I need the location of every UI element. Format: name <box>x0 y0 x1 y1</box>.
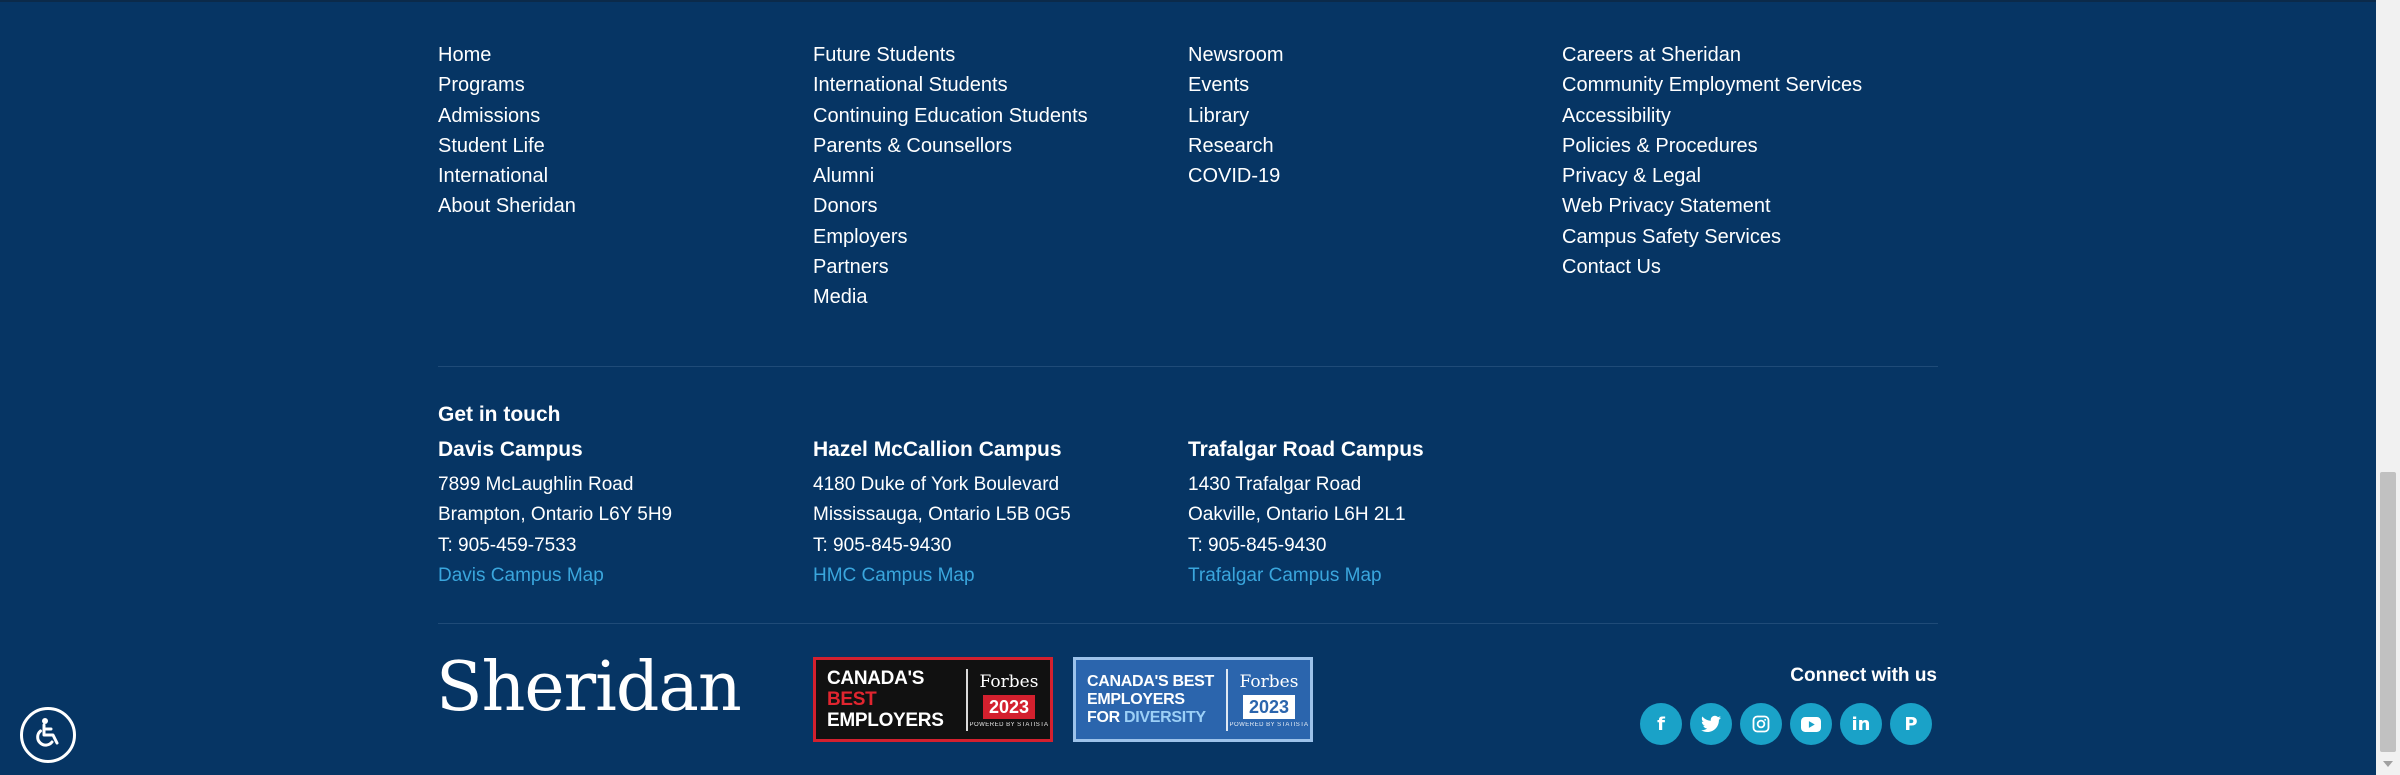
badge-year: 2023 <box>1242 694 1296 719</box>
campus-map-link[interactable]: Davis Campus Map <box>438 561 672 591</box>
campus-trafalgar: Trafalgar Road Campus 1430 Trafalgar Roa… <box>1188 436 1424 591</box>
footer-link-privacy-legal[interactable]: Privacy & Legal <box>1562 161 1862 191</box>
top-border <box>0 0 2376 2</box>
badge-line1: CANADA'S <box>827 668 925 689</box>
campus-address-line1: 1430 Trafalgar Road <box>1188 474 1362 495</box>
sheridan-logo[interactable]: Sheridan <box>436 648 742 728</box>
pinterest-icon[interactable]: P <box>1890 703 1932 745</box>
footer-link-continuing-education[interactable]: Continuing Education Students <box>813 101 1088 131</box>
forbes-wordmark: Forbes <box>1239 671 1299 692</box>
badge-powered-by: POWERED BY STATISTA <box>969 721 1049 728</box>
divider <box>438 623 1938 624</box>
footer-link-campus-safety[interactable]: Campus Safety Services <box>1562 222 1862 252</box>
footer-link-programs[interactable]: Programs <box>438 70 576 100</box>
footer-nav-column-3: Newsroom Events Library Research COVID-1… <box>1188 40 1284 191</box>
footer-link-donors[interactable]: Donors <box>813 191 1088 221</box>
linkedin-icon[interactable]: in <box>1840 703 1882 745</box>
connect-heading: Connect with us <box>1790 665 1937 686</box>
forbes-wordmark: Forbes <box>979 671 1039 692</box>
badge-brand: Forbes 2023 POWERED BY STATISTA <box>1228 672 1310 728</box>
contact-heading: Get in touch <box>438 403 561 426</box>
campus-address-line2: Oakville, Ontario L6H 2L1 <box>1188 504 1406 526</box>
footer-nav-column-4: Careers at Sheridan Community Employment… <box>1562 40 1862 282</box>
campus-map-link[interactable]: HMC Campus Map <box>813 561 1071 591</box>
footer-link-future-students[interactable]: Future Students <box>813 40 1088 70</box>
footer-link-international-students[interactable]: International Students <box>813 70 1088 100</box>
vertical-scrollbar[interactable] <box>2376 0 2400 775</box>
scrollbar-thumb[interactable] <box>2380 472 2396 752</box>
campus-map-link[interactable]: Trafalgar Campus Map <box>1188 561 1424 591</box>
campus-phone: T: 905-845-9430 <box>1188 534 1327 556</box>
campus-name: Trafalgar Road Campus <box>1188 438 1424 461</box>
footer-link-home[interactable]: Home <box>438 40 576 70</box>
badge-text: CANADA'S BEST EMPLOYERS FOR DIVERSITY <box>1076 673 1226 727</box>
footer-link-partners[interactable]: Partners <box>813 252 1088 282</box>
footer-link-careers[interactable]: Careers at Sheridan <box>1562 40 1862 70</box>
badge-line2: EMPLOYERS <box>1087 690 1185 708</box>
footer-link-student-life[interactable]: Student Life <box>438 131 576 161</box>
campus-name: Davis Campus <box>438 438 583 461</box>
footer-link-accessibility[interactable]: Accessibility <box>1562 101 1862 131</box>
badge-line1: CANADA'S BEST <box>1087 672 1215 690</box>
footer-link-international[interactable]: International <box>438 161 576 191</box>
footer-link-media[interactable]: Media <box>813 282 1088 312</box>
badge-line2: EMPLOYERS <box>827 710 944 731</box>
forbes-best-employers-badge[interactable]: CANADA'S BEST EMPLOYERS Forbes 2023 POWE… <box>813 657 1053 742</box>
badge-powered-by: POWERED BY STATISTA <box>1229 721 1309 728</box>
badge-separator <box>966 668 968 731</box>
footer-link-about[interactable]: About Sheridan <box>438 191 576 221</box>
campus-phone: T: 905-459-7533 <box>438 534 577 556</box>
badge-separator <box>1226 668 1228 731</box>
accessibility-widget-button[interactable] <box>20 707 76 763</box>
footer-link-research[interactable]: Research <box>1188 131 1284 161</box>
campus-address-line2: Brampton, Ontario L6Y 5H9 <box>438 504 673 526</box>
campus-davis: Davis Campus 7899 McLaughlin Road Brampt… <box>438 436 672 591</box>
campus-name: Hazel McCallion Campus <box>813 438 1062 461</box>
footer-nav-column-1: Home Programs Admissions Student Life In… <box>438 40 576 222</box>
divider <box>438 366 1938 367</box>
footer-link-policies[interactable]: Policies & Procedures <box>1562 131 1862 161</box>
campus-phone: T: 905-845-9430 <box>813 534 952 556</box>
instagram-icon[interactable] <box>1740 703 1782 745</box>
campus-address-line1: 4180 Duke of York Boulevard <box>813 474 1060 495</box>
badge-line3-accent: DIVERSITY <box>1124 708 1206 726</box>
footer-nav-column-2: Future Students International Students C… <box>813 40 1088 313</box>
youtube-icon[interactable] <box>1790 703 1832 745</box>
footer-link-library[interactable]: Library <box>1188 101 1284 131</box>
twitter-icon[interactable] <box>1690 703 1732 745</box>
social-links: f in P <box>1640 703 1932 745</box>
footer-link-web-privacy[interactable]: Web Privacy Statement <box>1562 191 1862 221</box>
facebook-icon[interactable]: f <box>1640 703 1682 745</box>
campus-hazel-mccallion: Hazel McCallion Campus 4180 Duke of York… <box>813 436 1071 591</box>
campus-address-line2: Mississauga, Ontario L5B 0G5 <box>813 504 1071 526</box>
badge-line3: FOR <box>1087 708 1125 726</box>
badge-year: 2023 <box>982 694 1036 719</box>
forbes-best-employers-diversity-badge[interactable]: CANADA'S BEST EMPLOYERS FOR DIVERSITY Fo… <box>1073 657 1313 742</box>
footer-link-newsroom[interactable]: Newsroom <box>1188 40 1284 70</box>
footer-link-contact[interactable]: Contact Us <box>1562 252 1862 282</box>
wheelchair-icon <box>30 715 66 756</box>
badge-text: CANADA'S BEST EMPLOYERS <box>816 668 966 731</box>
footer-link-community-employment[interactable]: Community Employment Services <box>1562 70 1862 100</box>
footer-link-events[interactable]: Events <box>1188 70 1284 100</box>
footer-link-admissions[interactable]: Admissions <box>438 101 576 131</box>
campus-address-line1: 7899 McLaughlin Road <box>438 474 634 495</box>
footer-link-employers[interactable]: Employers <box>813 222 1088 252</box>
badge-brand: Forbes 2023 POWERED BY STATISTA <box>968 672 1050 728</box>
footer-link-alumni[interactable]: Alumni <box>813 161 1088 191</box>
scroll-down-arrow-icon[interactable] <box>2383 761 2393 767</box>
badge-line1-accent: BEST <box>827 689 877 710</box>
footer-link-covid[interactable]: COVID-19 <box>1188 161 1284 191</box>
footer-link-parents-counsellors[interactable]: Parents & Counsellors <box>813 131 1088 161</box>
